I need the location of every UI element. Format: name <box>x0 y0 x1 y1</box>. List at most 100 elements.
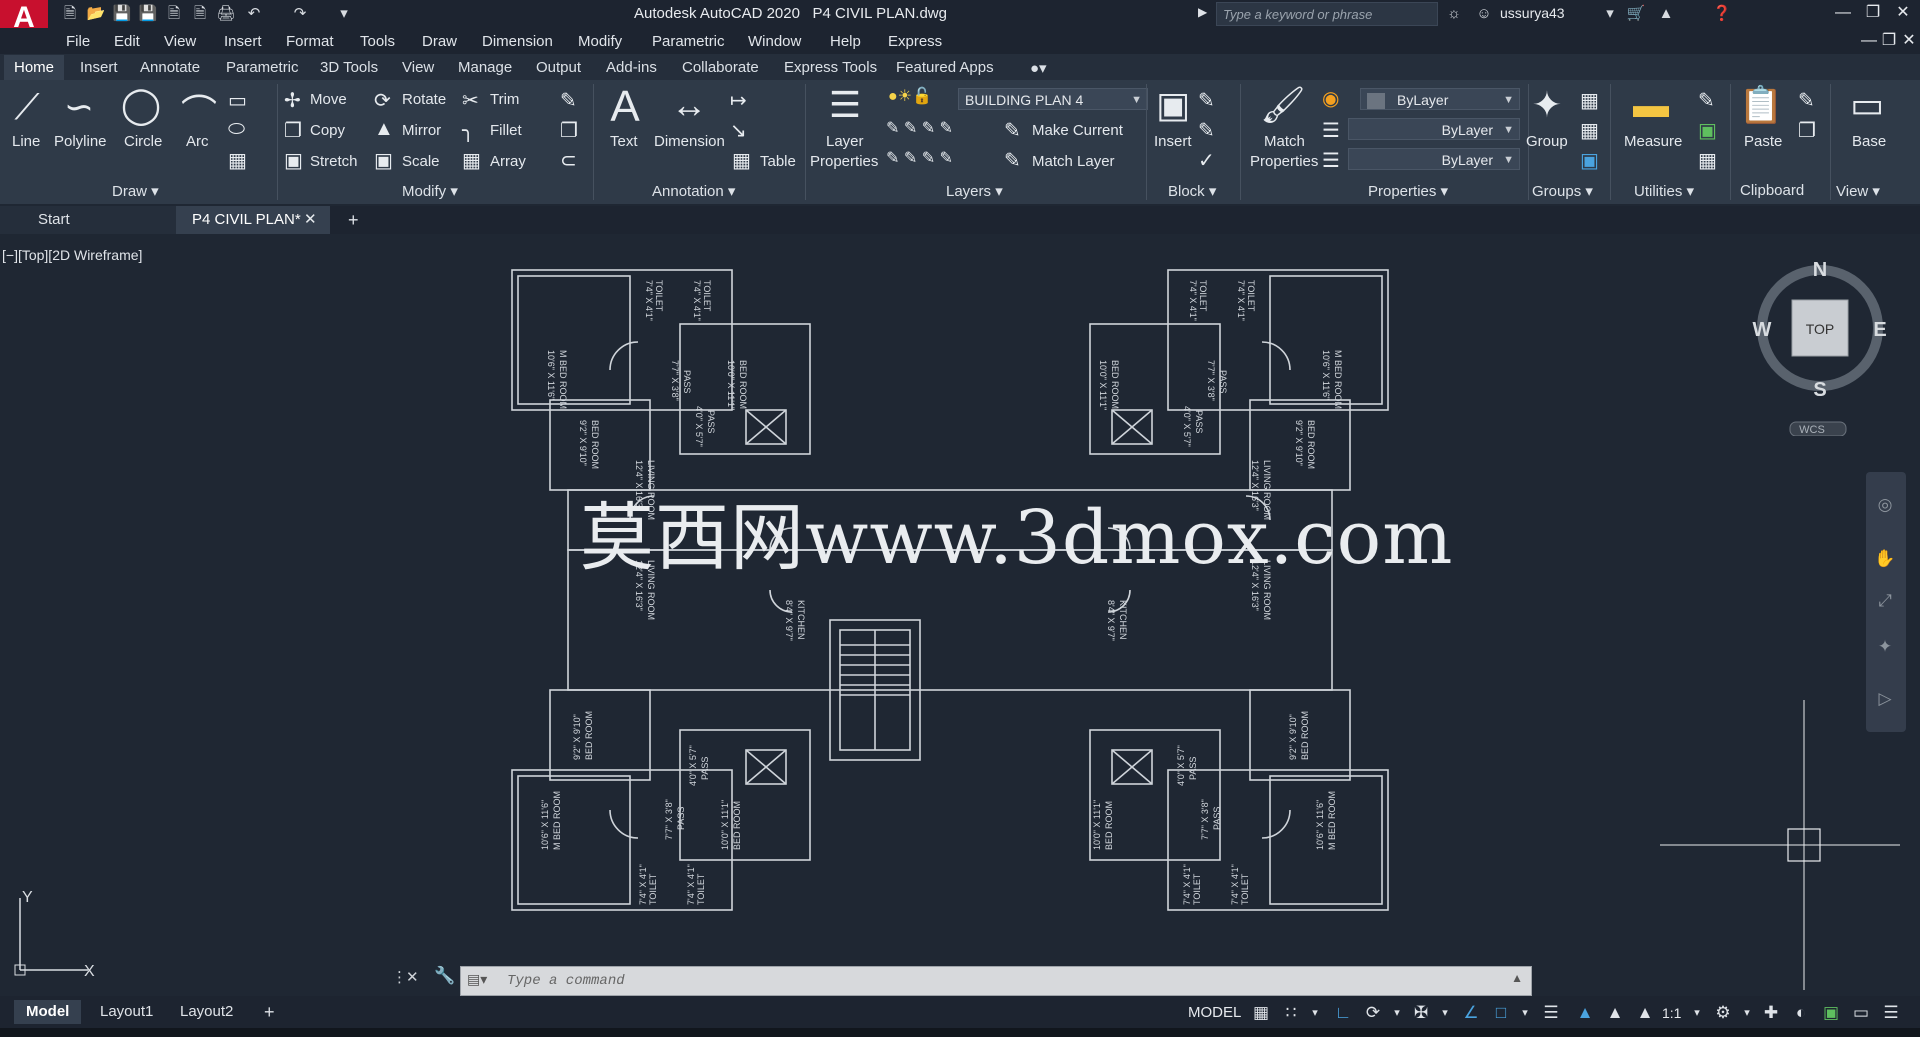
quick-select-icon[interactable]: ✎ <box>1698 88 1715 113</box>
menu-window[interactable]: Window <box>748 33 801 50</box>
make-current-button[interactable]: Make Current <box>1032 122 1123 139</box>
lineweight-icon[interactable]: ☰ <box>1322 118 1340 143</box>
menu-help[interactable]: Help <box>830 33 861 50</box>
paste-icon[interactable]: 📋 <box>1736 84 1786 126</box>
panel-title-properties[interactable]: Properties ▾ <box>1368 182 1448 200</box>
polyline-icon[interactable]: ∽ <box>54 86 104 128</box>
menu-express[interactable]: Express <box>888 33 942 50</box>
arc-icon[interactable]: ⌒ <box>174 84 224 136</box>
user-name[interactable]: ussurya43 <box>1500 5 1565 21</box>
move-button[interactable]: Move <box>310 91 347 108</box>
binoculars-icon[interactable]: ☼ <box>1444 4 1464 24</box>
polar-dropdown-icon[interactable]: ▾ <box>1386 1002 1408 1024</box>
table-button[interactable]: Table <box>760 153 796 170</box>
layer-tools-icons-1[interactable]: ✎ ✎ ✎ ✎ <box>886 118 953 138</box>
user-dropdown-icon[interactable]: ▾ <box>1600 4 1620 24</box>
close-tab-icon[interactable]: ✕ <box>304 206 317 234</box>
ucs-icon[interactable]: Y X <box>8 888 108 978</box>
compass-west[interactable]: W <box>1753 319 1772 341</box>
plot-icon[interactable]: 🖨 <box>216 4 236 24</box>
tab-manage[interactable]: Manage <box>458 59 512 76</box>
panel-title-utilities[interactable]: Utilities ▾ <box>1634 182 1694 200</box>
panel-title-clipboard[interactable]: Clipboard <box>1740 182 1804 199</box>
zoom-extents-icon[interactable]: ⤢ <box>1874 590 1896 612</box>
polar-tracking-icon[interactable]: ⟳ <box>1362 1002 1384 1024</box>
text-button[interactable]: Text <box>610 133 638 150</box>
tab-featured-apps[interactable]: Featured Apps <box>896 59 994 76</box>
offset-icon[interactable]: ⊂ <box>560 148 577 173</box>
auto-scale-icon[interactable]: ▲ <box>1604 1002 1626 1024</box>
object-snap-dropdown-icon[interactable]: ▾ <box>1514 1002 1536 1024</box>
layer-properties-label-2[interactable]: Properties <box>810 153 878 170</box>
new-file-icon[interactable]: 🗎 <box>60 4 80 24</box>
dimension-icon[interactable]: ↔ <box>664 84 714 126</box>
measure-button[interactable]: Measure <box>1624 133 1682 150</box>
tab-start[interactable]: Start <box>0 206 176 234</box>
stretch-button[interactable]: Stretch <box>310 153 358 170</box>
tab-home[interactable]: Home <box>14 59 54 76</box>
menu-dimension[interactable]: Dimension <box>482 33 553 50</box>
workspace-gear-icon[interactable]: ⚙ <box>1712 1002 1734 1024</box>
trim-icon[interactable]: ✂ <box>462 88 479 113</box>
measure-icon[interactable]: ▬ <box>1626 84 1676 126</box>
make-current-icon[interactable]: ✎ <box>1004 118 1021 143</box>
tab-view[interactable]: View <box>402 59 434 76</box>
annotation-monitor-icon[interactable]: ✚ <box>1760 1002 1782 1024</box>
restore-icon[interactable]: ❐ <box>1860 3 1886 23</box>
fillet-button[interactable]: Fillet <box>490 122 522 139</box>
match-layer-icon[interactable]: ✎ <box>1004 148 1021 173</box>
steering-wheel-icon[interactable]: ◎ <box>1874 494 1896 516</box>
color-dropdown[interactable]: ByLayer ▼ <box>1360 88 1520 110</box>
rotate-button[interactable]: Rotate <box>402 91 446 108</box>
isolate-objects-icon[interactable]: ◐ <box>1790 1002 1812 1024</box>
object-snap-icon[interactable]: □ <box>1490 1002 1512 1024</box>
menu-modify[interactable]: Modify <box>578 33 622 50</box>
paste-button[interactable]: Paste <box>1744 133 1782 150</box>
cut-icon[interactable]: ✎ <box>1798 88 1815 113</box>
id-point-icon[interactable]: ▣ <box>1698 118 1717 143</box>
hardware-acceleration-icon[interactable]: ▣ <box>1820 1002 1842 1024</box>
linetype-dropdown[interactable]: ByLayer ▼ <box>1348 148 1520 170</box>
command-input[interactable] <box>505 970 1469 992</box>
search-input[interactable] <box>1217 3 1435 25</box>
scale-button[interactable]: Scale <box>402 153 440 170</box>
panel-title-groups[interactable]: Groups ▾ <box>1532 182 1593 200</box>
explode-icon[interactable]: ❐ <box>560 118 578 143</box>
annotation-scale-icon[interactable]: ▲ <box>1634 1002 1656 1024</box>
group-icon[interactable]: ✦ <box>1522 84 1572 126</box>
command-expand-icon[interactable]: ▲ <box>1511 971 1523 985</box>
lineweight-display-icon[interactable]: ☰ <box>1540 1002 1562 1024</box>
menu-parametric[interactable]: Parametric <box>652 33 725 50</box>
pan-hand-icon[interactable]: ✋ <box>1874 548 1896 570</box>
annotation-visibility-icon[interactable]: ▲ <box>1574 1002 1596 1024</box>
tab-add-ins[interactable]: Add-ins <box>606 59 657 76</box>
panel-title-view[interactable]: View ▾ <box>1836 182 1880 200</box>
menu-file[interactable]: File <box>66 33 90 50</box>
layout-tab-model[interactable]: Model <box>14 1000 82 1024</box>
tab-annotate[interactable]: Annotate <box>140 59 200 76</box>
menu-view[interactable]: View <box>164 33 196 50</box>
panel-title-draw[interactable]: Draw ▾ <box>112 182 159 200</box>
menu-draw[interactable]: Draw <box>422 33 457 50</box>
command-customize-icon[interactable]: 🔧 <box>434 966 455 986</box>
calculator-icon[interactable]: ▦ <box>1698 148 1717 173</box>
stretch-icon[interactable]: ▣ <box>284 148 303 173</box>
copy-button[interactable]: Copy <box>310 122 345 139</box>
scale-icon[interactable]: ▣ <box>374 148 393 173</box>
customize-quick-access-icon[interactable]: ▾ <box>334 4 354 24</box>
new-tab-icon[interactable]: + <box>348 206 359 234</box>
group-selection-icon[interactable]: ▣ <box>1580 148 1599 173</box>
edit-block-icon[interactable]: ✎ <box>1198 118 1215 143</box>
ellipse-icon[interactable]: ⬭ <box>228 118 245 141</box>
snap-dropdown-icon[interactable]: ▾ <box>1304 1002 1326 1024</box>
copy-icon[interactable]: ❐ <box>284 118 302 143</box>
close-icon[interactable]: ✕ <box>1890 3 1916 23</box>
rectangle-icon[interactable]: ▭ <box>228 88 247 113</box>
base-button[interactable]: Base <box>1852 133 1886 150</box>
layer-state-icons[interactable]: ●☀🔓 <box>888 86 932 106</box>
panel-title-layers[interactable]: Layers ▾ <box>946 182 1003 200</box>
save-icon[interactable]: 💾 <box>112 4 132 24</box>
linear-dimension-icon[interactable]: ↦ <box>730 88 747 113</box>
color-wheel-icon[interactable]: ◉ <box>1322 86 1339 111</box>
tab-insert[interactable]: Insert <box>80 59 118 76</box>
